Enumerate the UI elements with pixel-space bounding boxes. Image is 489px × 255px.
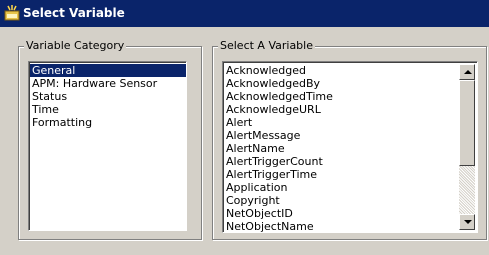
scroll-up-button[interactable] xyxy=(459,64,475,80)
window-title: Select Variable xyxy=(23,6,125,20)
variable-list-item[interactable]: AcknowledgedBy xyxy=(224,77,477,90)
variable-list-item[interactable]: AlertTriggerCount xyxy=(224,155,477,168)
variable-list[interactable]: Acknowledged AcknowledgedBy AcknowledgedTi… xyxy=(222,61,478,233)
variable-list-item[interactable]: NetObjectName xyxy=(224,220,477,232)
category-list-item[interactable]: Formatting xyxy=(30,116,186,129)
scroll-thumb[interactable] xyxy=(459,80,475,166)
category-list-item[interactable]: General xyxy=(30,64,186,77)
select-variable-icon xyxy=(4,5,20,21)
variable-list-item[interactable]: AlertName xyxy=(224,142,477,155)
category-list-item[interactable]: Time xyxy=(30,103,186,116)
variable-list-item[interactable]: Application xyxy=(224,181,477,194)
variable-list-scrollbar[interactable] xyxy=(459,64,475,230)
variable-list-item[interactable]: AcknowledgedTime xyxy=(224,90,477,103)
variable-list-item[interactable]: AcknowledgeURL xyxy=(224,103,477,116)
select-variable-group: Select A Variable Acknowledged Acknowledg… xyxy=(212,39,487,240)
scroll-down-button[interactable] xyxy=(459,214,475,230)
select-variable-label: Select A Variable xyxy=(218,39,315,52)
variable-category-list[interactable]: General APM: Hardware Sensor Status Time For… xyxy=(28,61,187,231)
category-list-item[interactable]: Status xyxy=(30,90,186,103)
variable-list-item[interactable]: NetObjectID xyxy=(224,207,477,220)
title-bar: Select Variable xyxy=(0,0,489,27)
variable-list-item[interactable]: Acknowledged xyxy=(224,64,477,77)
variable-list-item[interactable]: Alert xyxy=(224,116,477,129)
variable-category-label: Variable Category xyxy=(24,39,127,52)
arrow-up-icon xyxy=(464,70,472,74)
variable-list-item[interactable]: Copyright xyxy=(224,194,477,207)
category-list-item[interactable]: APM: Hardware Sensor xyxy=(30,77,186,90)
arrow-down-icon xyxy=(464,220,472,224)
variable-list-item[interactable]: AlertTriggerTime xyxy=(224,168,477,181)
variable-category-group: Variable Category General APM: Hardware S… xyxy=(18,39,202,240)
variable-list-item[interactable]: AlertMessage xyxy=(224,129,477,142)
